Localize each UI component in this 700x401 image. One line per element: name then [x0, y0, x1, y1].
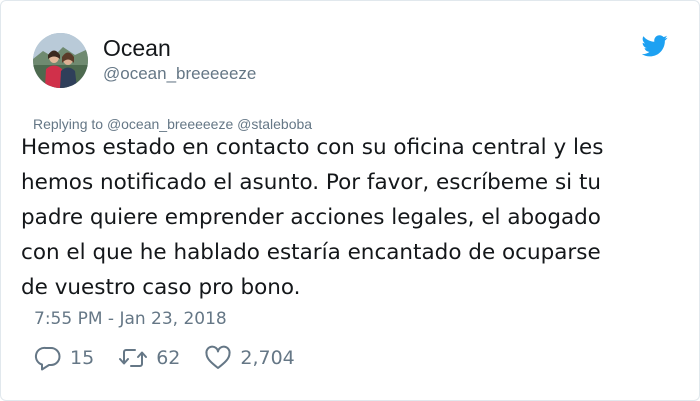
- tweet-text-line: de vuestro caso pro bono.: [21, 275, 301, 300]
- reply-count: 15: [70, 347, 95, 369]
- tweet-timestamp[interactable]: 7:55 PM - Jan 23, 2018: [34, 309, 227, 329]
- avatar-photo: [33, 33, 88, 88]
- retweet-count: 62: [156, 347, 181, 369]
- tweet-card: Ocean @ocean_breeeeeze Replying to @ocea…: [0, 0, 700, 401]
- display-name[interactable]: Ocean: [103, 35, 171, 62]
- user-handle[interactable]: @ocean_breeeeeze: [103, 64, 256, 84]
- tweet-text: Hemos estado en contacto con su oficina …: [21, 130, 691, 305]
- twitter-bird-glyph: [641, 35, 668, 57]
- like-count: 2,704: [240, 347, 295, 369]
- avatar[interactable]: [33, 33, 88, 88]
- tweet-text-line: con el que he hablado estaría encantado …: [21, 240, 601, 265]
- like-button[interactable]: 2,704: [204, 345, 295, 371]
- tweet-text-line: Hemos estado en contacto con su oficina …: [21, 135, 604, 160]
- retweet-button[interactable]: 62: [118, 345, 180, 371]
- retweet-icon: [119, 349, 148, 367]
- tweet-actions: 15 62 2,704: [34, 344, 319, 372]
- twitter-bird-icon[interactable]: [641, 35, 668, 61]
- heart-icon: [205, 345, 231, 369]
- tweet-text-line: hemos notificado el asunto. Por favor, e…: [21, 170, 602, 195]
- tweet-text-line: padre quiere emprender acciones legales,…: [21, 205, 601, 230]
- reply-bubble-icon: [34, 346, 61, 371]
- reply-button[interactable]: 15: [34, 345, 94, 371]
